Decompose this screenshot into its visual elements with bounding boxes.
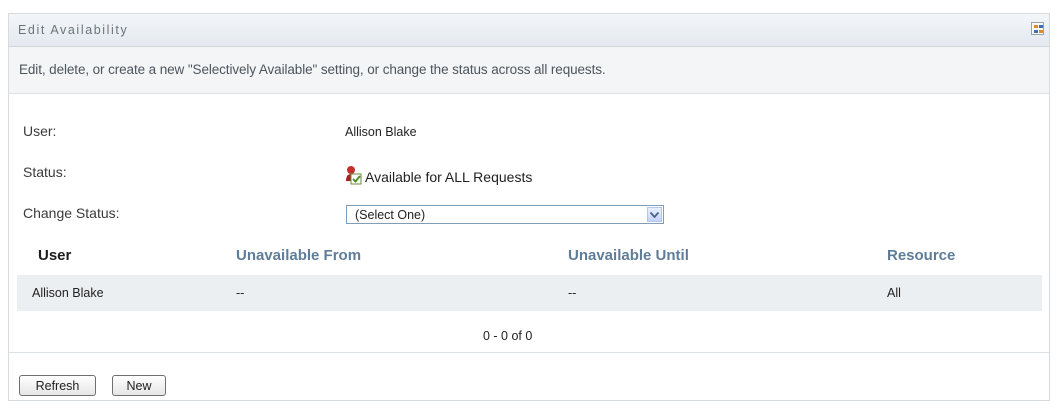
table-row[interactable]: Allison Blake -- -- All	[17, 275, 1042, 311]
status-value: Available for ALL Requests	[345, 165, 532, 185]
cell-user: Allison Blake	[32, 286, 104, 300]
cell-unavailable-until: --	[568, 286, 577, 300]
user-value: Allison Blake	[345, 125, 417, 139]
cell-resource: All	[887, 286, 901, 300]
status-label: Status:	[23, 164, 67, 180]
change-status-select[interactable]: (Select One)	[346, 205, 664, 224]
column-header-user: User	[38, 247, 72, 264]
panel-description: Edit, delete, or create a new "Selective…	[19, 62, 606, 77]
grid-menu-icon[interactable]	[1031, 22, 1044, 35]
new-button[interactable]: New	[112, 375, 166, 396]
edit-availability-panel: Edit Availability Edit, delete, or creat…	[8, 13, 1050, 401]
change-status-selected: (Select One)	[355, 208, 426, 222]
user-available-icon	[345, 165, 363, 185]
column-header-unavailable-from[interactable]: Unavailable From	[236, 247, 361, 264]
refresh-button[interactable]: Refresh	[19, 375, 96, 396]
change-status-label: Change Status:	[23, 205, 120, 221]
pagination-summary: 0 - 0 of 0	[483, 329, 533, 343]
panel-titlebar: Edit Availability	[9, 14, 1049, 47]
user-label: User:	[23, 123, 57, 139]
status-text: Available for ALL Requests	[365, 168, 533, 185]
panel-title: Edit Availability	[18, 23, 129, 37]
description-bar: Edit, delete, or create a new "Selective…	[9, 47, 1049, 94]
footer-divider	[9, 352, 1049, 353]
cell-unavailable-from: --	[236, 286, 245, 300]
column-header-resource[interactable]: Resource	[887, 247, 955, 264]
column-header-unavailable-until[interactable]: Unavailable Until	[568, 247, 689, 264]
chevron-down-icon[interactable]	[647, 207, 662, 222]
